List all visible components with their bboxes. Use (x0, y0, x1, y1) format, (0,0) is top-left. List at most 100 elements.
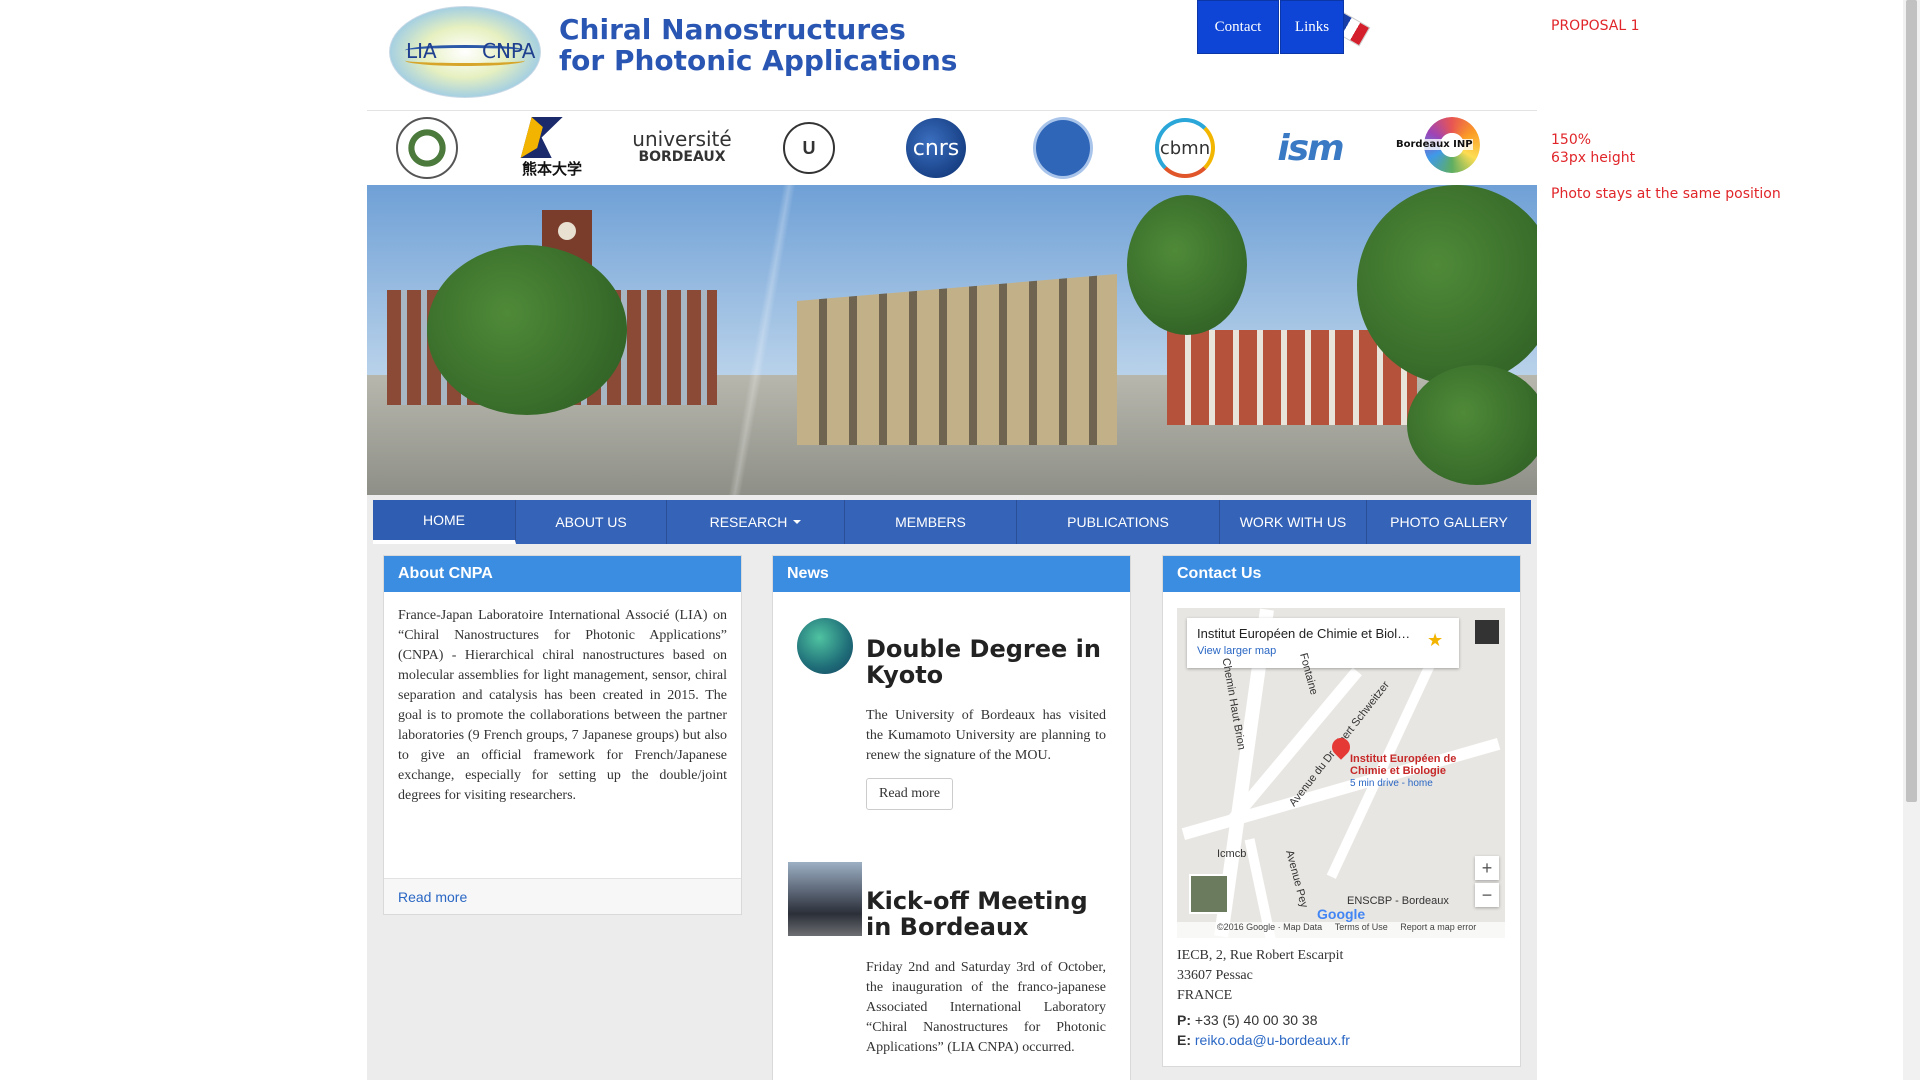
nav-research[interactable]: RESEARCH (667, 500, 845, 544)
map-attribution-bar: ©2016 Google · Map Data Terms of Use Rep… (1177, 922, 1505, 938)
logo-text-cnpa: CNPA (482, 39, 536, 63)
phone-number[interactable]: +33 (5) 40 00 30 38 (1195, 1012, 1318, 1028)
map-poi-icmcb: Icmcb (1217, 848, 1247, 860)
ubx-sub: BORDEAUX (638, 149, 726, 165)
size-note-line1: 150% (1551, 132, 1592, 148)
map-place-name: Institut Européen de Chimie et Biologie (1197, 626, 1417, 641)
nav-work-with-us[interactable]: WORK WITH US (1220, 500, 1367, 544)
about-footer: Read more (384, 878, 741, 914)
map-attribution: ©2016 Google · Map Data (1217, 922, 1323, 932)
cbmn-logo[interactable]: cbmn (1149, 117, 1221, 179)
cbmn-badge: cbmn (1155, 118, 1215, 178)
size-note-line2: 63px height (1551, 150, 1636, 166)
phone-line: P: +33 (5) 40 00 30 38 (1177, 1010, 1350, 1030)
size-note-line3: Photo stays at the same position (1551, 186, 1781, 202)
map-zoom-out-button[interactable]: − (1475, 883, 1499, 907)
map-zoom-in-button[interactable]: + (1475, 856, 1499, 880)
map-pin-label-2: Chimie et Biologie (1350, 765, 1446, 777)
news-text-1: The University of Bordeaux has visited t… (866, 708, 1106, 763)
links-button[interactable]: Links (1280, 0, 1344, 54)
nav-research-label: RESEARCH (709, 514, 788, 530)
view-larger-map-link[interactable]: View larger map (1197, 645, 1449, 657)
marianne-icon (1033, 117, 1093, 179)
nav-photo-gallery[interactable]: PHOTO GALLERY (1367, 500, 1531, 544)
partner-logos: 熊本大学 université BORDEAUX U cnrs cbmn ism … (367, 111, 1537, 185)
news-item-2: Kick-off Meeting in Bordeaux Friday 2nd … (866, 888, 1106, 1058)
kumamoto-university-logo[interactable]: 熊本大学 (517, 117, 587, 179)
kumamoto-text: 熊本大学 (521, 160, 582, 178)
map-street-label: Chemin Haut Brion (1219, 657, 1248, 751)
site-title: Chiral Nanostructures for Photonic Appli… (559, 14, 957, 76)
nav-members[interactable]: MEMBERS (845, 500, 1017, 544)
logo-text-lia: LIA (406, 39, 437, 63)
about-read-more-link[interactable]: Read more (398, 889, 467, 905)
address-line-2: 33607 Pessac (1177, 968, 1253, 983)
contact-details: IECB, 2, Rue Robert Escarpit 33607 Pessa… (1177, 946, 1350, 1050)
map-pin-label-1: Institut Européen de (1350, 753, 1457, 765)
scrollbar-thumb[interactable] (1906, 0, 1917, 802)
news-panel: News Double Degree in Kyoto The Universi… (772, 555, 1131, 1080)
site-title-line2: for Photonic Applications (559, 44, 958, 77)
news-thumbnail-1[interactable] (797, 618, 853, 674)
idex-badge: U (783, 122, 835, 174)
page-scrollbar[interactable] (1903, 0, 1920, 1080)
news-item-1: Double Degree in Kyoto The University of… (866, 636, 1106, 810)
map-terms-link[interactable]: Terms of Use (1335, 922, 1388, 932)
address-line-3: FRANCE (1177, 988, 1233, 1003)
save-star-icon[interactable]: ★ (1427, 630, 1443, 651)
lia-cnpa-logo[interactable]: LIA CNPA (389, 6, 541, 98)
map-pin-label: Institut Européen de Chimie et Biologie … (1350, 753, 1456, 790)
news-title-2[interactable]: Kick-off Meeting in Bordeaux (866, 888, 1106, 940)
contact-panel: Contact Us Institut Européen de Chimie e… (1162, 555, 1521, 1067)
ubx-wordmark: université BORDEAUX (632, 129, 731, 166)
email-link[interactable]: reiko.oda@u-bordeaux.fr (1195, 1032, 1350, 1048)
phone-label: P: (1177, 1012, 1191, 1028)
seal-icon (396, 117, 458, 179)
hero-hedge (1407, 365, 1537, 485)
site-header: LIA CNPA Chiral Nanostructures for Photo… (367, 0, 1537, 111)
news-actions-1: Read more (866, 778, 1106, 810)
about-panel-title: About CNPA (384, 556, 741, 592)
bordeaux-inp-logo[interactable]: Bordeaux INP (1395, 117, 1487, 179)
ism-logo[interactable]: ism (1265, 117, 1355, 179)
size-note: 150% 63px height Photo stays at the same… (1551, 131, 1781, 203)
news-thumbnail-2[interactable] (788, 862, 862, 936)
map-street-label: Avenue Pey (1283, 848, 1311, 910)
proposal-note: PROPOSAL 1 (1551, 18, 1640, 34)
universite-bordeaux-logo[interactable]: université BORDEAUX (617, 117, 747, 179)
kyoto-university-logo[interactable] (395, 117, 459, 179)
investissements-avenir-logo[interactable] (1033, 117, 1093, 179)
idex-logo[interactable]: U (781, 117, 837, 179)
cnrs-logo[interactable]: cnrs (904, 117, 968, 179)
contact-panel-title: Contact Us (1163, 556, 1520, 592)
hero-tree (427, 245, 627, 415)
binp-text: Bordeaux INP (1396, 139, 1473, 150)
news-panel-title: News (773, 556, 1130, 592)
map-thumbnail[interactable] (1475, 620, 1499, 644)
email-label: E: (1177, 1032, 1191, 1048)
page-container: LIA CNPA Chiral Nanostructures for Photo… (367, 0, 1537, 1080)
nav-home[interactable]: HOME (373, 500, 516, 544)
news-text-2: Friday 2nd and Saturday 3rd of October, … (866, 960, 1106, 1055)
map-satellite-toggle[interactable] (1189, 874, 1229, 914)
ism-wordmark: ism (1277, 127, 1344, 169)
nav-publications[interactable]: PUBLICATIONS (1017, 500, 1220, 544)
email-line: E: reiko.oda@u-bordeaux.fr (1177, 1030, 1350, 1050)
map-report-link[interactable]: Report a map error (1400, 922, 1476, 932)
hero-divider (727, 185, 797, 495)
address-line-1: IECB, 2, Rue Robert Escarpit (1177, 948, 1344, 963)
nav-about-us[interactable]: ABOUT US (516, 500, 667, 544)
binp-mark: Bordeaux INP (1396, 117, 1486, 179)
news-title-1[interactable]: Double Degree in Kyoto (866, 636, 1106, 688)
caret-down-icon (793, 520, 802, 524)
hero-tree (1127, 195, 1247, 335)
site-title-line1: Chiral Nanostructures (559, 13, 906, 46)
about-text: France-Japan Laboratoire International A… (398, 608, 727, 803)
main-nav: HOME ABOUT US RESEARCH MEMBERS PUBLICATI… (373, 500, 1531, 544)
contact-button[interactable]: Contact (1197, 0, 1279, 54)
cnrs-badge: cnrs (906, 118, 966, 178)
kumamoto-mark-icon (521, 117, 584, 158)
news-read-more-button[interactable]: Read more (866, 778, 954, 810)
google-map[interactable]: Institut Européen de Chimie et Biologie … (1177, 608, 1505, 938)
hero-photo (367, 185, 1537, 495)
